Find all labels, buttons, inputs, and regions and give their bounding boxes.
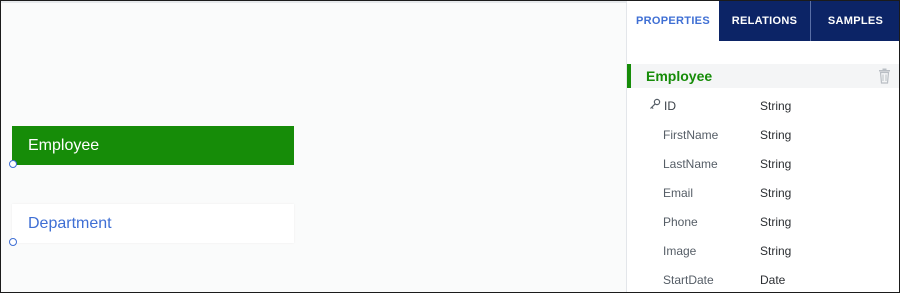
- field-name: Image: [663, 244, 697, 258]
- field-type: String: [760, 244, 792, 258]
- key-icon: [650, 98, 661, 109]
- field-type: Date: [760, 273, 786, 287]
- connection-handle[interactable]: [9, 160, 17, 168]
- app-window: Employee Department PROPERTIES RELATIONS…: [0, 0, 900, 293]
- field-type: String: [760, 128, 792, 142]
- field-type: String: [760, 157, 792, 171]
- tab-relations[interactable]: RELATIONS: [719, 1, 811, 41]
- field-list: ID String FirstName String LastName Stri…: [627, 91, 899, 292]
- panel-tabs: PROPERTIES RELATIONS SAMPLES: [627, 1, 899, 41]
- entity-card-label: Employee: [28, 136, 100, 154]
- entity-header: Employee: [627, 64, 899, 88]
- field-type: String: [760, 186, 792, 200]
- entity-card-employee[interactable]: Employee: [12, 126, 294, 165]
- field-row-phone[interactable]: Phone String: [627, 207, 899, 236]
- field-row-email[interactable]: Email String: [627, 178, 899, 207]
- entity-card-department[interactable]: Department: [12, 204, 294, 243]
- field-name: ID: [664, 99, 676, 113]
- field-name: Email: [663, 186, 694, 200]
- field-row-id[interactable]: ID String: [627, 91, 899, 120]
- field-row-startdate[interactable]: StartDate Date: [627, 265, 899, 292]
- field-row-firstname[interactable]: FirstName String: [627, 120, 899, 149]
- tab-samples[interactable]: SAMPLES: [811, 1, 899, 41]
- field-name: LastName: [663, 157, 718, 171]
- field-type: String: [760, 99, 792, 113]
- field-type: String: [760, 215, 792, 229]
- field-row-lastname[interactable]: LastName String: [627, 149, 899, 178]
- trash-icon[interactable]: [878, 68, 891, 84]
- field-name: StartDate: [663, 273, 714, 287]
- connection-handle[interactable]: [9, 238, 17, 246]
- diagram-canvas[interactable]: Employee Department: [1, 1, 626, 292]
- entity-card-label: Department: [28, 214, 112, 232]
- entity-title: Employee: [646, 68, 713, 84]
- field-name: FirstName: [663, 128, 719, 142]
- field-row-image[interactable]: Image String: [627, 236, 899, 265]
- field-name: Phone: [663, 215, 698, 229]
- tab-properties[interactable]: PROPERTIES: [627, 1, 719, 41]
- properties-panel: PROPERTIES RELATIONS SAMPLES Employee ID…: [626, 1, 899, 292]
